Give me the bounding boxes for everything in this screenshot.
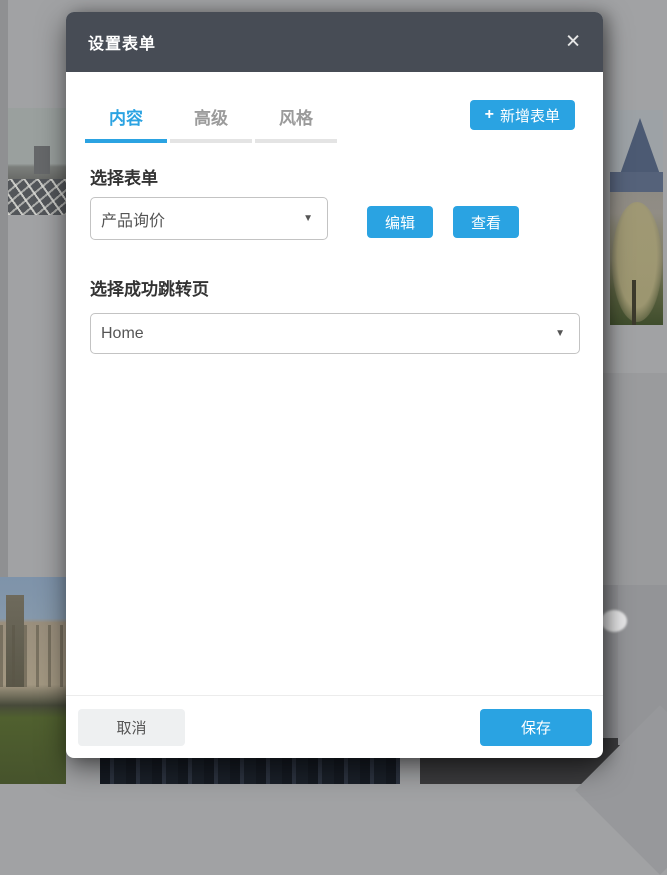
castle-tree <box>612 202 662 322</box>
plus-icon: + <box>485 106 494 124</box>
castle-spire <box>618 118 662 180</box>
save-button[interactable]: 保存 <box>480 709 592 746</box>
chevron-down-icon: ▼ <box>555 328 565 339</box>
select-form-heading: 选择表单 <box>90 164 158 189</box>
form-select[interactable]: 产品询价 ▼ <box>90 197 328 240</box>
tab-bar: 内容 高级 风格 <box>85 100 340 143</box>
close-icon[interactable]: ✕ <box>565 33 581 52</box>
tab-content[interactable]: 内容 <box>85 100 167 143</box>
cancel-button[interactable]: 取消 <box>78 709 185 746</box>
dialog-title: 设置表单 <box>88 30 156 54</box>
background-pill-highlight <box>601 610 627 632</box>
building-silhouette <box>34 146 50 174</box>
dialog-header: 设置表单 ✕ <box>66 12 603 72</box>
lattice-beams <box>8 179 66 215</box>
background-photo-museum <box>0 577 66 784</box>
background-photo-bridge-lattice <box>8 108 66 215</box>
tab-style[interactable]: 风格 <box>255 100 337 143</box>
view-button[interactable]: 查看 <box>453 206 519 238</box>
dialog-footer: 取消 保存 <box>66 695 603 758</box>
form-settings-dialog: 设置表单 ✕ 内容 高级 风格 + 新增表单 选择表单 产品询价 ▼ 编辑 查看… <box>66 12 603 758</box>
colonnade-texture <box>0 625 66 687</box>
redirect-page-select[interactable]: Home ▼ <box>90 313 580 354</box>
tab-advanced[interactable]: 高级 <box>170 100 252 143</box>
form-select-value: 产品询价 <box>101 207 303 231</box>
redirect-page-heading: 选择成功跳转页 <box>90 275 209 300</box>
redirect-page-select-value: Home <box>101 325 555 343</box>
chevron-down-icon: ▼ <box>303 213 313 224</box>
castle-tree-trunk <box>632 280 636 325</box>
background-photo-castle <box>610 110 663 325</box>
background-photo-night-bridge <box>100 756 400 784</box>
add-form-button[interactable]: + 新增表单 <box>470 100 575 130</box>
add-form-button-label: 新增表单 <box>500 105 560 126</box>
background-shade-upper <box>603 373 667 585</box>
edit-button[interactable]: 编辑 <box>367 206 433 238</box>
castle-roof <box>610 172 663 192</box>
